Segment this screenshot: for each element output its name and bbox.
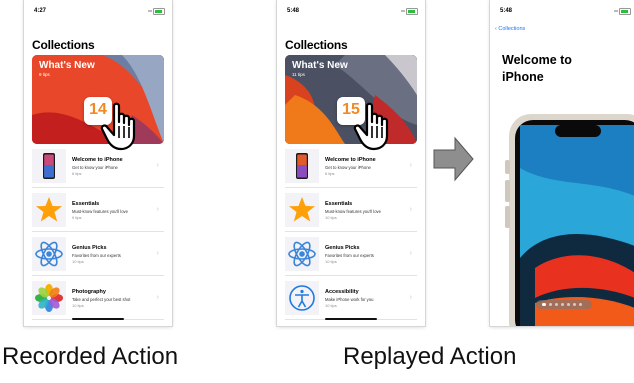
iphone-illustration — [505, 114, 634, 326]
collections-list: Welcome to iPhone Get to know your iPhon… — [285, 144, 417, 320]
row-title: Genius Picks — [325, 245, 360, 251]
chevron-right-icon: › — [156, 294, 159, 301]
row-title: Welcome to iPhone — [325, 157, 376, 163]
replayed-screen: 5:48 Collections What's New 11 tips 15 W… — [277, 0, 425, 326]
hero-title: What's New — [292, 60, 348, 71]
row-subtitle: Favorites from our experts — [325, 253, 374, 258]
tap-hand-icon — [353, 102, 389, 151]
row-subtitle: Get to know your iPhone — [325, 165, 371, 170]
page-title: Collections — [285, 38, 348, 52]
page-title: Welcome to iPhone — [502, 53, 572, 84]
chevron-right-icon: › — [156, 250, 159, 257]
list-item[interactable]: Genius Picks Favorites from our experts … — [285, 232, 417, 276]
battery-icon — [401, 8, 419, 15]
status-time: 4:27 — [34, 8, 47, 14]
battery-icon — [148, 8, 166, 15]
atom-icon — [285, 237, 319, 271]
hero-tips-count: 11 tips — [292, 72, 305, 77]
chevron-left-icon: ‹ — [495, 26, 497, 32]
recorded-screen: 4:27 Collections What's New 9 tips 14 We… — [24, 0, 172, 326]
chevron-right-icon: › — [409, 206, 412, 213]
row-tips: 10 tips — [72, 259, 84, 264]
row-tips: 10 tips — [72, 303, 84, 308]
iphone-icon — [32, 149, 66, 183]
collections-list: Welcome to iPhone Get to know your iPhon… — [32, 144, 164, 320]
list-item[interactable]: Essentials Must-know features you'll lov… — [32, 188, 164, 232]
row-title: Essentials — [325, 201, 353, 207]
iphone-icon — [285, 149, 319, 183]
status-time: 5:48 — [500, 8, 513, 14]
row-subtitle: Get to know your iPhone — [72, 165, 118, 170]
list-item[interactable]: Welcome to iPhone Get to know your iPhon… — [285, 144, 417, 188]
back-button[interactable]: ‹ Collections — [495, 26, 525, 32]
row-subtitle: Must-know features you'll love — [72, 209, 128, 214]
battery-icon — [614, 8, 632, 15]
list-item[interactable]: Photography Take and perfect your best s… — [32, 276, 164, 320]
whats-new-card[interactable]: What's New 11 tips 15 — [285, 55, 417, 144]
result-screen: 5:48 ‹ Collections Welcome to iPhone — [490, 0, 634, 326]
row-subtitle: Must-know features you'll love — [325, 209, 381, 214]
star-icon — [285, 193, 319, 227]
replayed-caption: Replayed Action — [343, 343, 517, 370]
row-tips: 6 tips — [325, 171, 335, 176]
chevron-right-icon: › — [409, 294, 412, 301]
row-subtitle: Make iPhone work for you — [325, 297, 374, 302]
row-subtitle: Take and perfect your best shot — [72, 297, 131, 302]
status-bar: 5:48 — [277, 0, 425, 20]
row-tips: 10 tips — [325, 303, 337, 308]
page-indicator[interactable] — [536, 300, 592, 309]
row-title: Accessibility — [325, 289, 359, 295]
list-item[interactable]: Essentials Must-know features you'll lov… — [285, 188, 417, 232]
chevron-right-icon: › — [156, 162, 159, 169]
hero-tips-count: 9 tips — [39, 72, 50, 77]
arrow-right-icon — [433, 136, 474, 182]
chevron-right-icon: › — [156, 206, 159, 213]
row-title: Genius Picks — [72, 245, 107, 251]
row-tips: 10 tips — [325, 259, 337, 264]
list-item[interactable]: Genius Picks Favorites from our experts … — [32, 232, 164, 276]
row-title: Photography — [72, 289, 106, 295]
list-item[interactable]: Welcome to iPhone Get to know your iPhon… — [32, 144, 164, 188]
row-tips: 6 tips — [72, 171, 82, 176]
row-title: Essentials — [72, 201, 100, 207]
whats-new-card[interactable]: What's New 9 tips 14 — [32, 55, 164, 144]
photos-icon — [32, 281, 66, 315]
home-indicator — [72, 318, 124, 320]
home-indicator — [325, 318, 377, 320]
atom-icon — [32, 237, 66, 271]
status-bar: 4:27 — [24, 0, 172, 20]
chevron-right-icon: › — [409, 250, 412, 257]
list-item[interactable]: Accessibility Make iPhone work for you 1… — [285, 276, 417, 320]
recorded-caption: Recorded Action — [2, 343, 179, 370]
status-time: 5:48 — [287, 8, 300, 14]
row-tips: 10 tips — [325, 215, 337, 220]
row-tips: 9 tips — [72, 215, 82, 220]
tap-hand-icon — [100, 102, 136, 151]
status-bar: 5:48 — [490, 0, 634, 20]
star-icon — [32, 193, 66, 227]
back-label: Collections — [498, 26, 526, 32]
chevron-right-icon: › — [409, 162, 412, 169]
page-title: Collections — [32, 38, 95, 52]
accessibility-icon — [285, 281, 319, 315]
row-subtitle: Favorites from our experts — [72, 253, 121, 258]
row-title: Welcome to iPhone — [72, 157, 123, 163]
hero-title: What's New — [39, 60, 95, 71]
